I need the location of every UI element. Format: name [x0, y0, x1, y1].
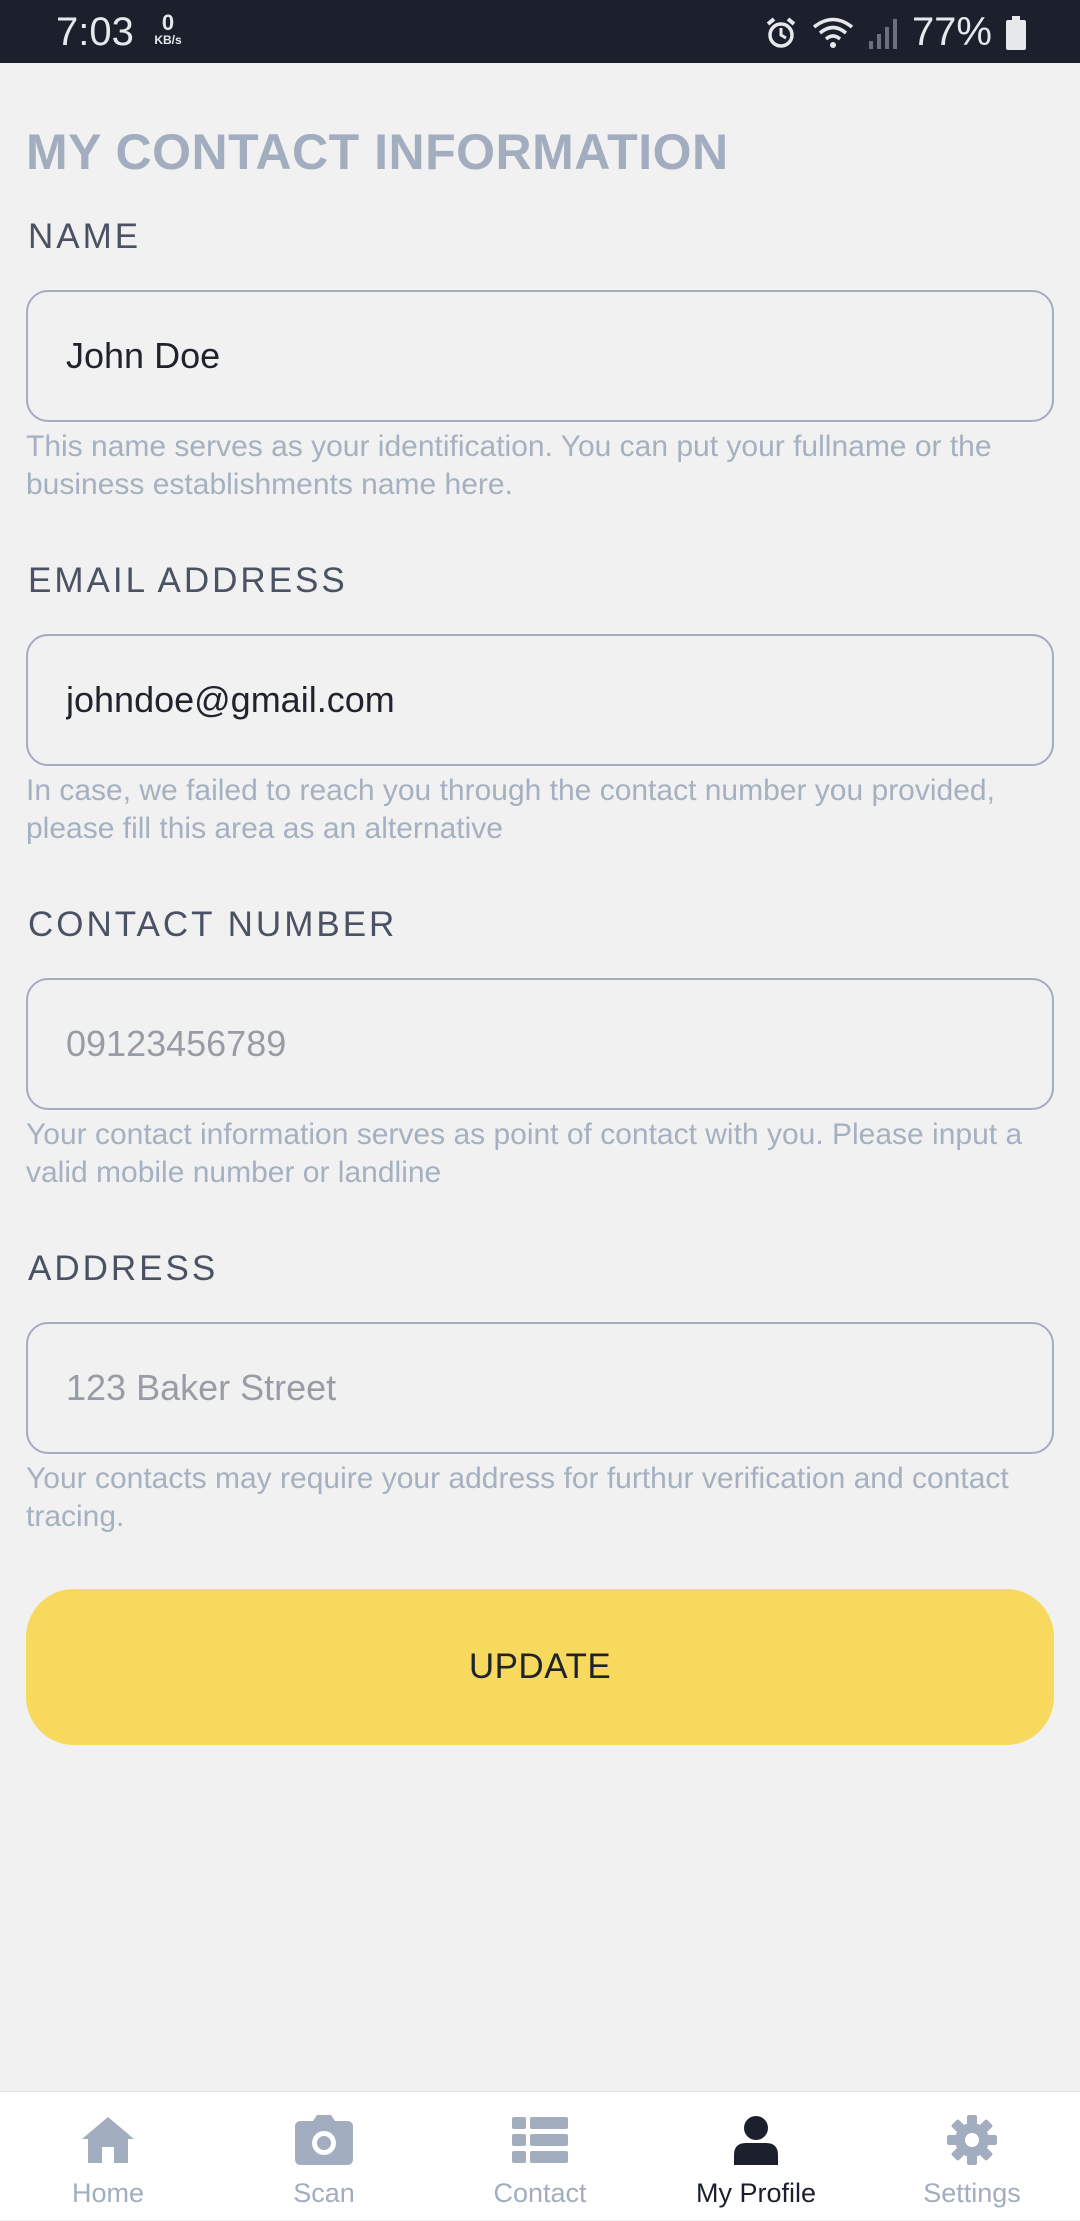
address-input[interactable]: [66, 1324, 1016, 1452]
status-time: 7:03: [56, 10, 134, 54]
email-help-text: In case, we failed to reach you through …: [26, 774, 995, 845]
nav-my-profile-label: My Profile: [695, 2178, 817, 2208]
gear-icon: [947, 2112, 997, 2168]
network-speed: 0 KB/s: [148, 10, 188, 47]
update-button[interactable]: UPDATE: [26, 1589, 1054, 1745]
address-help-text: Your contacts may require your address f…: [26, 1462, 1009, 1533]
user-icon: [734, 2112, 778, 2168]
nav-settings[interactable]: Settings: [864, 2092, 1080, 2221]
name-label: NAME: [28, 217, 142, 256]
email-field-container: [26, 634, 1054, 766]
battery-icon: [1006, 15, 1026, 50]
name-help-text: This name serves as your identification.…: [26, 430, 992, 501]
nav-contact[interactable]: Contact: [432, 2092, 648, 2221]
wifi-icon: [812, 16, 854, 50]
status-icons: 77%: [764, 10, 1026, 55]
page-title: MY CONTACT INFORMATION: [26, 124, 729, 180]
signal-icon: [868, 17, 898, 49]
contact-number-label: CONTACT NUMBER: [28, 905, 398, 944]
status-bar: 7:03 0 KB/s 77%: [0, 0, 1080, 63]
bottom-navigation: Home Scan Contact My Profile Settings: [0, 2091, 1080, 2220]
nav-scan[interactable]: Scan: [216, 2092, 432, 2221]
camera-icon: [295, 2112, 353, 2168]
battery-percent: 77%: [911, 10, 992, 54]
contact-number-field-container: [26, 978, 1054, 1110]
address-label: ADDRESS: [28, 1249, 219, 1288]
address-field-container: [26, 1322, 1054, 1454]
alarm-icon: [764, 16, 798, 50]
list-icon: [512, 2112, 568, 2168]
nav-scan-label: Scan: [293, 2178, 355, 2208]
network-speed-unit: KB/s: [154, 33, 182, 47]
network-speed-value: 0: [161, 10, 175, 35]
nav-home[interactable]: Home: [0, 2092, 216, 2221]
home-icon: [80, 2112, 136, 2168]
nav-my-profile[interactable]: My Profile: [648, 2092, 864, 2221]
nav-home-label: Home: [71, 2178, 145, 2208]
email-input[interactable]: [66, 636, 1016, 764]
nav-settings-label: Settings: [923, 2178, 1021, 2208]
email-label: EMAIL ADDRESS: [28, 561, 348, 600]
name-input[interactable]: [66, 292, 1016, 420]
contact-number-input[interactable]: [66, 980, 1016, 1108]
contact-number-help-text: Your contact information serves as point…: [26, 1118, 1023, 1189]
name-field-container: [26, 290, 1054, 422]
nav-contact-label: Contact: [493, 2178, 587, 2208]
